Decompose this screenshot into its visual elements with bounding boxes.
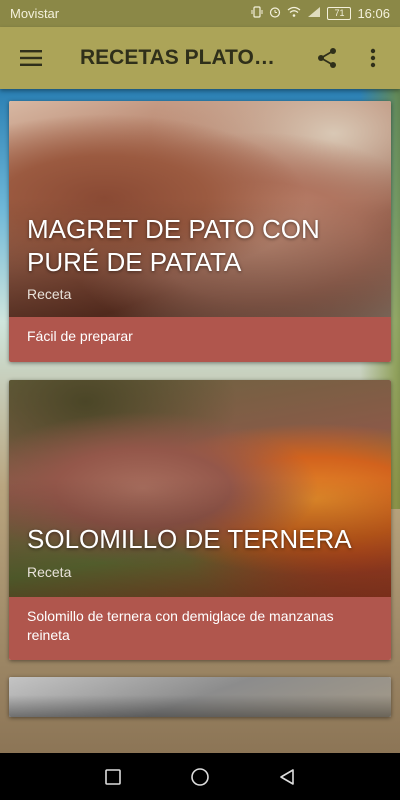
recipe-card[interactable]: MAGRET DE PATO CON PURÉ DE PATATA Receta…	[9, 101, 391, 362]
recipe-card[interactable]	[9, 677, 391, 717]
back-icon[interactable]	[278, 768, 296, 786]
carrier-name: Movistar	[10, 6, 60, 21]
more-vert-icon[interactable]	[370, 48, 376, 68]
recipe-image[interactable]	[9, 677, 391, 717]
recents-button[interactable]	[98, 762, 128, 792]
app-title: RECETAS PLATOS...	[80, 46, 280, 69]
recipe-subtitle: Receta	[27, 286, 72, 302]
share-button[interactable]	[314, 45, 340, 71]
wifi-icon	[287, 6, 301, 21]
battery-icon: 71	[327, 7, 352, 20]
home-button[interactable]	[185, 762, 215, 792]
recipe-description: Fácil de preparar	[9, 317, 391, 362]
recipe-subtitle: Receta	[27, 564, 72, 580]
hamburger-menu-icon[interactable]	[20, 50, 42, 66]
menu-button[interactable]	[14, 41, 48, 75]
overflow-menu-button[interactable]	[360, 45, 386, 71]
clock: 16:06	[357, 6, 390, 21]
recipe-description: Solomillo de ternera con demiglace de ma…	[9, 597, 391, 660]
recipe-image[interactable]: MAGRET DE PATO CON PURÉ DE PATATA Receta	[9, 101, 391, 317]
back-button[interactable]	[272, 762, 302, 792]
share-icon[interactable]	[316, 47, 338, 69]
recipe-title: MAGRET DE PATO CON PURÉ DE PATATA	[27, 214, 320, 277]
signal-icon	[307, 6, 321, 21]
home-icon[interactable]	[190, 767, 210, 787]
system-nav-bar	[0, 753, 400, 800]
status-icons: 71 16:06	[251, 6, 390, 21]
recipe-card[interactable]: SOLOMILLO DE TERNERA Receta Solomillo de…	[9, 380, 391, 660]
recipe-image[interactable]: SOLOMILLO DE TERNERA Receta	[9, 380, 391, 597]
recipe-list[interactable]: MAGRET DE PATO CON PURÉ DE PATATA Receta…	[0, 89, 400, 753]
app-bar: RECETAS PLATOS...	[0, 27, 400, 89]
alarm-icon	[269, 6, 281, 21]
status-bar: Movistar 71 16:06	[0, 0, 400, 27]
recents-icon[interactable]	[105, 768, 122, 785]
vibrate-icon	[251, 6, 263, 21]
recipe-title: SOLOMILLO DE TERNERA	[27, 524, 352, 554]
